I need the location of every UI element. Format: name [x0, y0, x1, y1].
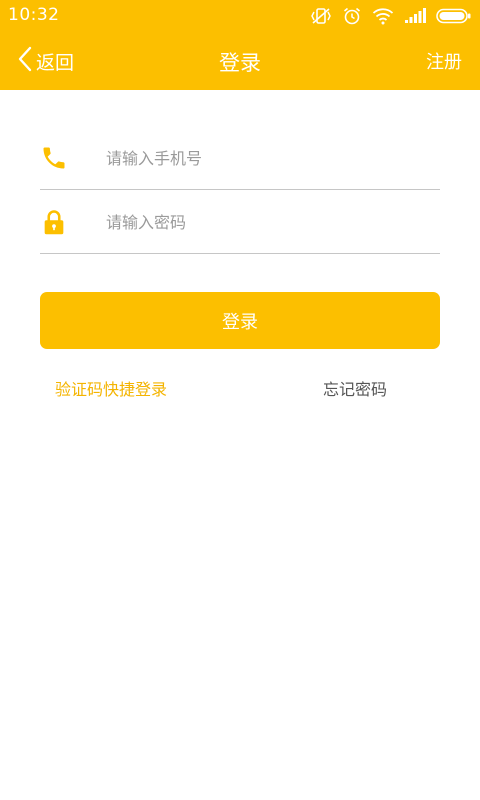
lock-icon [40, 208, 68, 236]
status-time: 10:32 [8, 5, 60, 25]
phone-row [40, 126, 440, 190]
page-title: 登录 [219, 51, 261, 75]
forgot-password-link[interactable]: 忘记密码 [323, 376, 387, 400]
battery-icon [436, 8, 472, 24]
phone-input[interactable] [106, 142, 426, 174]
signal-icon [404, 8, 426, 24]
register-button[interactable]: 注册 [426, 48, 462, 74]
status-icons [310, 5, 472, 27]
status-bar: 10:32 [0, 0, 480, 32]
vibrate-off-icon [310, 6, 332, 26]
login-button[interactable]: 登录 [40, 292, 440, 349]
alarm-icon [342, 6, 362, 26]
password-row [40, 190, 440, 254]
wifi-icon [372, 7, 394, 25]
nav-bar: 返回 登录 注册 [0, 32, 480, 90]
sms-login-link[interactable]: 验证码快捷登录 [55, 376, 167, 400]
phone-icon [40, 144, 68, 172]
password-input[interactable] [106, 206, 426, 238]
